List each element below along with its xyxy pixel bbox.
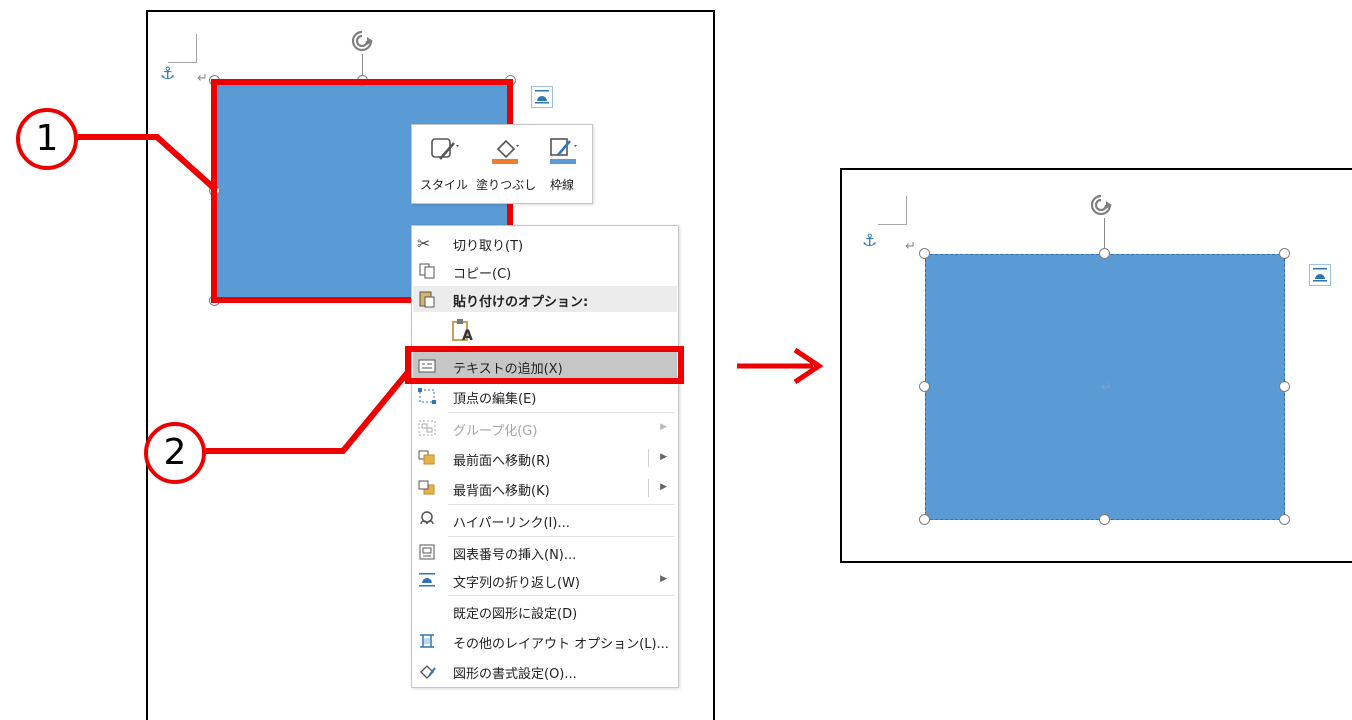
callout-step-1: 1: [16, 108, 78, 170]
margin-corner-mark: [878, 196, 907, 225]
callout-number: 1: [35, 118, 59, 159]
resize-handle-bottom-middle[interactable]: [1099, 514, 1110, 525]
callout-step-2: 2: [144, 422, 206, 484]
resize-handle-bottom-left[interactable]: [919, 514, 930, 525]
resize-handle-bottom-right[interactable]: [1279, 514, 1290, 525]
rotate-handle-icon[interactable]: [1088, 192, 1114, 218]
right-arrow-icon: [737, 347, 824, 385]
layout-options-icon: [1313, 268, 1327, 282]
resize-handle-top-left[interactable]: [919, 248, 930, 259]
layout-options-button[interactable]: [1309, 264, 1331, 286]
paragraph-mark: ↵: [905, 239, 916, 254]
inner-paragraph-mark: ↵: [1101, 380, 1112, 395]
resize-handle-middle-left[interactable]: [919, 381, 930, 392]
resize-handle-top-right[interactable]: [1279, 248, 1290, 259]
callout-number: 2: [163, 432, 187, 473]
resize-handle-top-middle[interactable]: [1099, 248, 1110, 259]
anchor-icon: ⚓: [862, 231, 878, 251]
resize-handle-middle-right[interactable]: [1279, 381, 1290, 392]
